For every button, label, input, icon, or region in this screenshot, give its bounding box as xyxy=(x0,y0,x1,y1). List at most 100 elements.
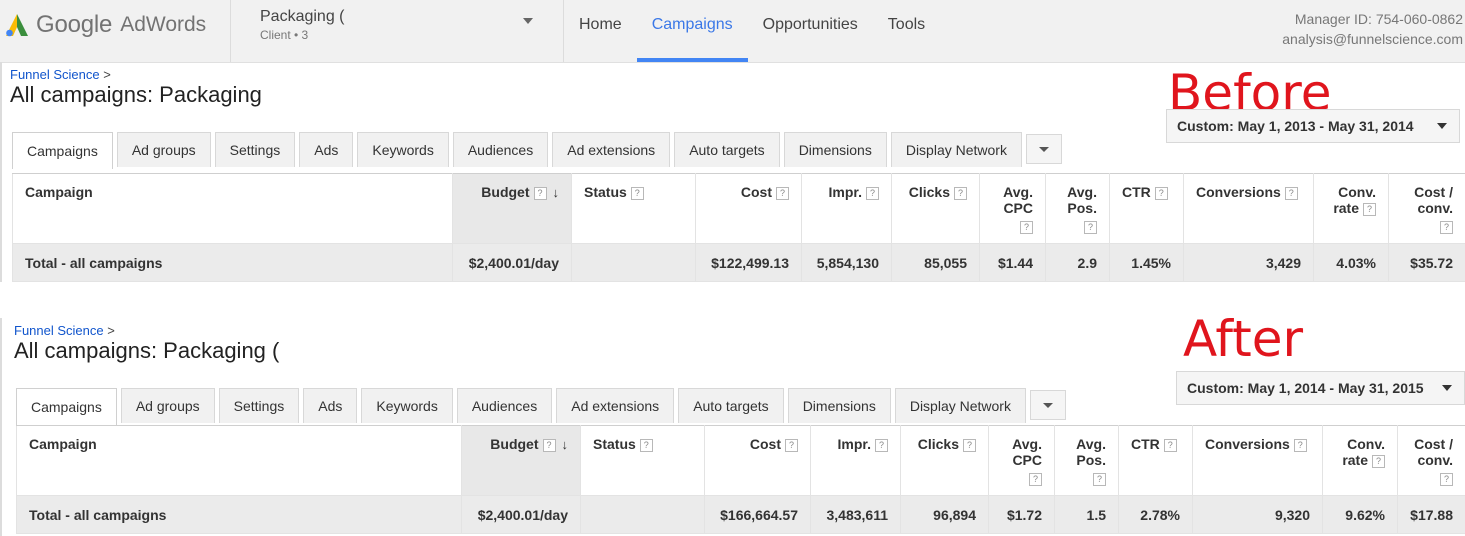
col-conv-rate[interactable]: Conv. rate? xyxy=(1313,173,1389,244)
nav-home[interactable]: Home xyxy=(564,0,637,62)
col-ctr[interactable]: CTR? xyxy=(1118,425,1193,496)
nav-campaigns[interactable]: Campaigns xyxy=(636,0,748,62)
help-icon[interactable]: ? xyxy=(954,187,967,200)
nav-tools[interactable]: Tools xyxy=(873,0,940,62)
help-icon[interactable]: ? xyxy=(1372,455,1385,468)
date-range-selector[interactable]: Custom: May 1, 2014 - May 31, 2015 xyxy=(1176,371,1465,405)
tab-bar: Campaigns Ad groups Settings Ads Keyword… xyxy=(16,388,1070,425)
help-icon[interactable]: ? xyxy=(533,187,547,200)
total-clicks: 96,894 xyxy=(900,495,989,534)
col-cost[interactable]: Cost? xyxy=(695,173,802,244)
total-conv-rate: 9.62% xyxy=(1322,495,1398,534)
col-clicks[interactable]: Clicks? xyxy=(900,425,989,496)
help-icon[interactable]: ? xyxy=(639,439,653,452)
adwords-logo[interactable]: Google AdWords xyxy=(4,8,206,42)
account-selector[interactable]: Packaging ( Client • 3 xyxy=(260,8,540,48)
breadcrumb-link[interactable]: Funnel Science xyxy=(14,323,104,338)
help-icon[interactable]: ? xyxy=(1154,187,1168,200)
col-budget[interactable]: Budget? ↓ xyxy=(452,173,572,244)
col-conv-rate[interactable]: Conv. rate? xyxy=(1322,425,1398,496)
tab-auto-targets[interactable]: Auto targets xyxy=(678,388,784,423)
account-client: Client • 3 xyxy=(260,28,309,42)
tab-display-network[interactable]: Display Network xyxy=(894,388,1026,423)
col-conversions[interactable]: Conversions? xyxy=(1192,425,1323,496)
help-icon[interactable]: ? xyxy=(875,439,888,452)
col-avg-pos[interactable]: Avg. Pos.? xyxy=(1045,173,1110,244)
col-clicks[interactable]: Clicks? xyxy=(891,173,980,244)
col-impr[interactable]: Impr.? xyxy=(810,425,901,496)
more-tabs-button[interactable] xyxy=(1025,134,1062,164)
tab-ad-extensions[interactable]: Ad extensions xyxy=(556,388,675,423)
tab-keywords[interactable]: Keywords xyxy=(357,132,449,167)
tab-audiences[interactable]: Audiences xyxy=(456,388,553,423)
breadcrumb[interactable]: Funnel Science > xyxy=(14,323,115,338)
tab-ad-groups[interactable]: Ad groups xyxy=(120,388,215,423)
account-info[interactable]: Manager ID: 754-060-0862 analysis@funnel… xyxy=(1282,9,1463,49)
col-campaign[interactable]: Campaign xyxy=(16,425,462,496)
col-cost-conv[interactable]: Cost / conv.? xyxy=(1397,425,1465,496)
tab-settings[interactable]: Settings xyxy=(218,388,300,423)
total-impr: 3,483,611 xyxy=(810,495,901,534)
account-name: Packaging ( xyxy=(260,8,345,25)
total-ctr: 2.78% xyxy=(1118,495,1193,534)
panel-edge xyxy=(0,62,2,282)
help-icon[interactable]: ? xyxy=(1440,221,1453,234)
manager-id: Manager ID: 754-060-0862 xyxy=(1294,11,1463,27)
tab-ad-groups[interactable]: Ad groups xyxy=(116,132,211,167)
tab-keywords[interactable]: Keywords xyxy=(361,388,453,423)
col-impr[interactable]: Impr.? xyxy=(801,173,892,244)
col-avg-cpc[interactable]: Avg. CPC? xyxy=(988,425,1055,496)
tab-ad-extensions[interactable]: Ad extensions xyxy=(552,132,671,167)
col-campaign[interactable]: Campaign xyxy=(12,173,453,244)
help-icon[interactable]: ? xyxy=(776,187,789,200)
help-icon[interactable]: ? xyxy=(963,439,976,452)
total-budget: $2,400.01/day xyxy=(452,243,572,282)
help-icon[interactable]: ? xyxy=(1284,187,1298,200)
campaign-table: Campaign Budget? ↓ Status? Cost? Impr.? C… xyxy=(12,173,1465,282)
breadcrumb-link[interactable]: Funnel Science xyxy=(10,67,100,82)
help-icon[interactable]: ? xyxy=(1093,473,1106,486)
help-icon[interactable]: ? xyxy=(1163,439,1177,452)
breadcrumb-separator: > xyxy=(107,323,115,338)
breadcrumb-separator: > xyxy=(103,67,111,82)
tab-ads[interactable]: Ads xyxy=(299,132,354,167)
help-icon[interactable]: ? xyxy=(630,187,644,200)
nav-opportunities[interactable]: Opportunities xyxy=(748,0,873,62)
total-conversions: 3,429 xyxy=(1183,243,1314,282)
help-icon[interactable]: ? xyxy=(1440,473,1453,486)
help-icon[interactable]: ? xyxy=(542,439,556,452)
help-icon[interactable]: ? xyxy=(1363,203,1376,216)
tab-ads[interactable]: Ads xyxy=(303,388,358,423)
date-range-selector[interactable]: Custom: May 1, 2013 - May 31, 2014 xyxy=(1166,109,1460,143)
total-status xyxy=(571,243,696,282)
col-status[interactable]: Status? xyxy=(580,425,705,496)
tab-campaigns[interactable]: Campaigns xyxy=(16,388,117,425)
tab-campaigns[interactable]: Campaigns xyxy=(12,132,113,169)
help-icon[interactable]: ? xyxy=(1020,221,1033,234)
total-cost: $122,499.13 xyxy=(695,243,802,282)
tab-settings[interactable]: Settings xyxy=(214,132,296,167)
col-cost-conv[interactable]: Cost / conv.? xyxy=(1388,173,1465,244)
col-ctr[interactable]: CTR? xyxy=(1109,173,1184,244)
col-cost[interactable]: Cost? xyxy=(704,425,811,496)
tab-dimensions[interactable]: Dimensions xyxy=(783,132,887,167)
tab-dimensions[interactable]: Dimensions xyxy=(787,388,891,423)
help-icon[interactable]: ? xyxy=(785,439,798,452)
help-icon[interactable]: ? xyxy=(1029,473,1042,486)
tab-audiences[interactable]: Audiences xyxy=(452,132,549,167)
col-conversions[interactable]: Conversions? xyxy=(1183,173,1314,244)
total-ctr: 1.45% xyxy=(1109,243,1184,282)
col-status[interactable]: Status? xyxy=(571,173,696,244)
help-icon[interactable]: ? xyxy=(1293,439,1307,452)
col-budget[interactable]: Budget? ↓ xyxy=(461,425,581,496)
tab-auto-targets[interactable]: Auto targets xyxy=(674,132,780,167)
total-budget: $2,400.01/day xyxy=(461,495,581,534)
after-annotation: After xyxy=(1183,310,1304,368)
col-avg-cpc[interactable]: Avg. CPC? xyxy=(979,173,1046,244)
col-avg-pos[interactable]: Avg. Pos.? xyxy=(1054,425,1119,496)
tab-display-network[interactable]: Display Network xyxy=(890,132,1022,167)
more-tabs-button[interactable] xyxy=(1029,390,1066,420)
breadcrumb[interactable]: Funnel Science > xyxy=(10,67,111,82)
help-icon[interactable]: ? xyxy=(1084,221,1097,234)
help-icon[interactable]: ? xyxy=(866,187,879,200)
